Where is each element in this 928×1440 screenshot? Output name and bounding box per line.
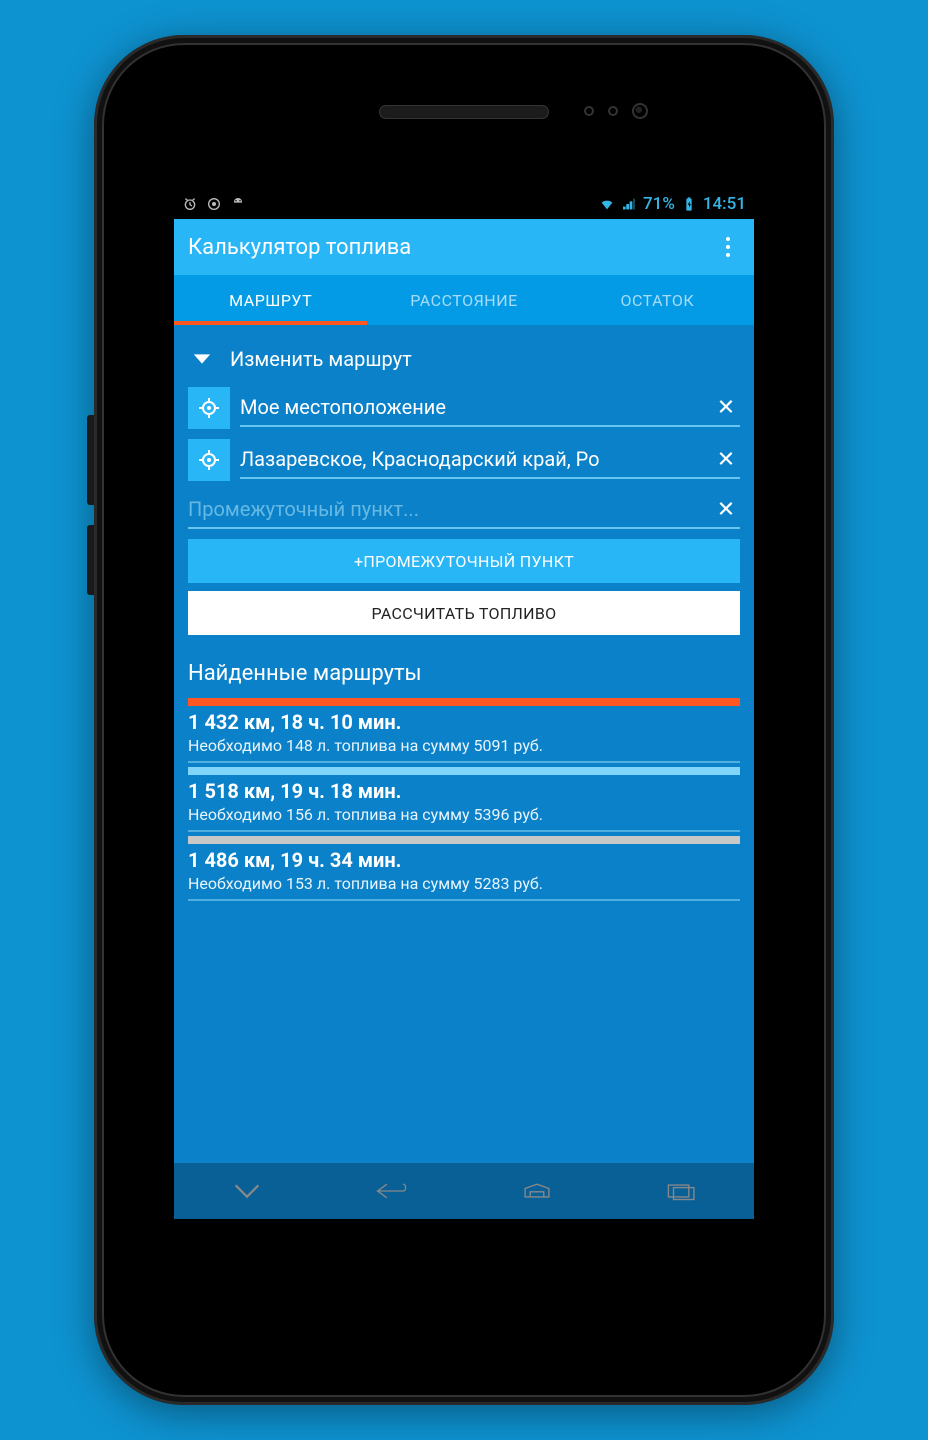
route-color-bar — [188, 836, 740, 844]
content-area: Изменить маршрут ✕ ✕ — [174, 325, 754, 1163]
nav-recent-button[interactable] — [662, 1177, 702, 1205]
route-summary: 1 432 км, 18 ч. 10 мин. — [188, 706, 740, 734]
chevron-down-icon — [188, 345, 216, 373]
sync-icon — [206, 196, 222, 212]
tab-remaining[interactable]: ОСТАТОК — [561, 275, 754, 325]
route-detail: Необходимо 156 л. топлива на сумму 5396 … — [188, 803, 740, 832]
crosshair-icon — [197, 448, 221, 472]
results-heading: Найденные маршруты — [188, 661, 740, 686]
origin-input[interactable] — [240, 389, 740, 427]
alarm-icon — [182, 196, 198, 212]
clear-waypoint-button[interactable]: ✕ — [712, 498, 740, 523]
route-summary: 1 518 км, 19 ч. 18 мин. — [188, 775, 740, 803]
route-result[interactable]: 1 518 км, 19 ч. 18 мин. Необходимо 156 л… — [188, 767, 740, 832]
waypoint-row: ✕ — [188, 491, 740, 529]
origin-row: ✕ — [188, 387, 740, 429]
collapse-route-editor[interactable]: Изменить маршрут — [188, 339, 740, 387]
battery-percent: 71% — [643, 194, 675, 214]
route-summary: 1 486 км, 19 ч. 34 мин. — [188, 844, 740, 872]
add-waypoint-button[interactable]: +ПРОМЕЖУТОЧНЫЙ ПУНКТ — [188, 539, 740, 583]
route-result[interactable]: 1 432 км, 18 ч. 10 мин. Необходимо 148 л… — [188, 698, 740, 763]
route-color-bar — [188, 767, 740, 775]
app-bar: Калькулятор топлива — [174, 219, 754, 275]
route-result[interactable]: 1 486 км, 19 ч. 34 мин. Необходимо 153 л… — [188, 836, 740, 901]
battery-icon — [681, 196, 697, 212]
system-nav-bar — [174, 1163, 754, 1219]
nav-menu-button[interactable] — [227, 1177, 267, 1205]
route-color-bar — [188, 698, 740, 706]
collapse-label: Изменить маршрут — [230, 347, 412, 371]
tab-bar: МАРШРУТ РАССТОЯНИЕ ОСТАТОК — [174, 275, 754, 325]
clear-origin-button[interactable]: ✕ — [712, 396, 740, 421]
destination-input[interactable] — [240, 441, 740, 479]
route-detail: Необходимо 148 л. топлива на сумму 5091 … — [188, 734, 740, 763]
clear-destination-button[interactable]: ✕ — [712, 448, 740, 473]
tab-route[interactable]: МАРШРУТ — [174, 275, 367, 325]
tab-distance[interactable]: РАССТОЯНИЕ — [367, 275, 560, 325]
locate-destination-button[interactable] — [188, 439, 230, 481]
android-icon — [230, 196, 246, 212]
crosshair-icon — [197, 396, 221, 420]
status-bar: 71% 14:51 — [174, 189, 754, 219]
destination-row: ✕ — [188, 439, 740, 481]
nav-back-button[interactable] — [372, 1177, 412, 1205]
overflow-menu-button[interactable] — [716, 235, 740, 259]
nav-home-button[interactable] — [517, 1177, 557, 1205]
locate-origin-button[interactable] — [188, 387, 230, 429]
signal-icon — [621, 196, 637, 212]
calculate-fuel-button[interactable]: РАССЧИТАТЬ ТОПЛИВО — [188, 591, 740, 635]
waypoint-input[interactable] — [188, 491, 740, 529]
wifi-icon — [599, 196, 615, 212]
app-title: Калькулятор топлива — [188, 235, 411, 260]
route-detail: Необходимо 153 л. топлива на сумму 5283 … — [188, 872, 740, 901]
clock-time: 14:51 — [703, 194, 746, 214]
